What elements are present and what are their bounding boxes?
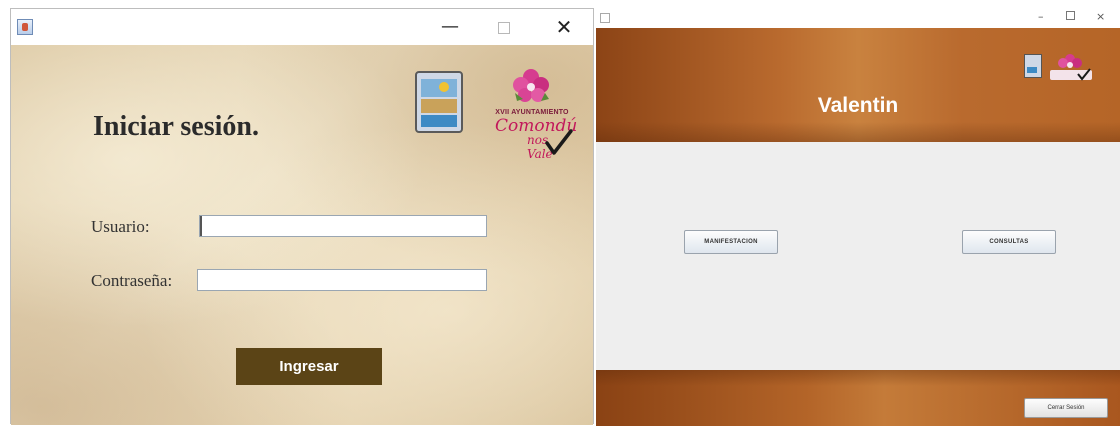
minimize-button[interactable]: — <box>435 15 465 39</box>
login-titlebar: — ✕ <box>11 9 593 45</box>
menu-maximize-button[interactable] <box>1066 10 1075 23</box>
app-icon <box>600 13 610 23</box>
menu-header: Valentin <box>596 28 1120 142</box>
consultas-button[interactable]: CONSULTAS <box>962 230 1056 254</box>
maximize-button[interactable] <box>489 15 519 39</box>
menu-minimize-button[interactable]: – <box>1038 10 1044 23</box>
user-name-heading: Valentin <box>817 94 899 117</box>
menu-footer: Cerrar Sesión <box>596 370 1120 426</box>
municipal-seal-icon <box>1024 54 1042 78</box>
java-app-icon <box>17 19 33 35</box>
municipal-seal-icon <box>415 71 463 133</box>
menu-close-button[interactable]: × <box>1096 10 1105 23</box>
ayuntamiento-logo: XVII AYUNTAMIENTO Comondú nos Vale <box>489 67 577 167</box>
password-label: Contraseña: <box>91 271 173 290</box>
login-button[interactable]: Ingresar <box>236 348 382 385</box>
menu-titlebar: – × <box>596 8 1120 28</box>
manifestacion-button[interactable]: MANIFESTACION <box>684 230 778 254</box>
page-title: Iniciar sesión. <box>93 111 259 142</box>
ayuntamiento-logo-small <box>1050 54 1092 81</box>
close-button[interactable]: ✕ <box>549 15 579 39</box>
password-input[interactable] <box>197 269 487 291</box>
ayuntamiento-text: XVII AYUNTAMIENTO <box>495 109 569 116</box>
login-panel: Iniciar sesión. XVII AYUNTAMIENTO Comond… <box>11 45 593 425</box>
maximize-icon <box>498 22 510 34</box>
checkmark-icon <box>545 129 573 155</box>
menu-window: – × Valentin MANIFESTACION CONSULTAS Cer… <box>596 8 1120 426</box>
login-window: — ✕ Iniciar sesión. XVII AYUNTAMIENTO Co… <box>10 8 594 425</box>
logout-button[interactable]: Cerrar Sesión <box>1024 398 1108 418</box>
menu-body: MANIFESTACION CONSULTAS <box>596 142 1120 370</box>
maximize-icon <box>1066 11 1075 20</box>
username-label: Usuario: <box>91 217 150 236</box>
username-input[interactable] <box>199 215 487 237</box>
bougainvillea-flower-icon <box>513 69 549 102</box>
